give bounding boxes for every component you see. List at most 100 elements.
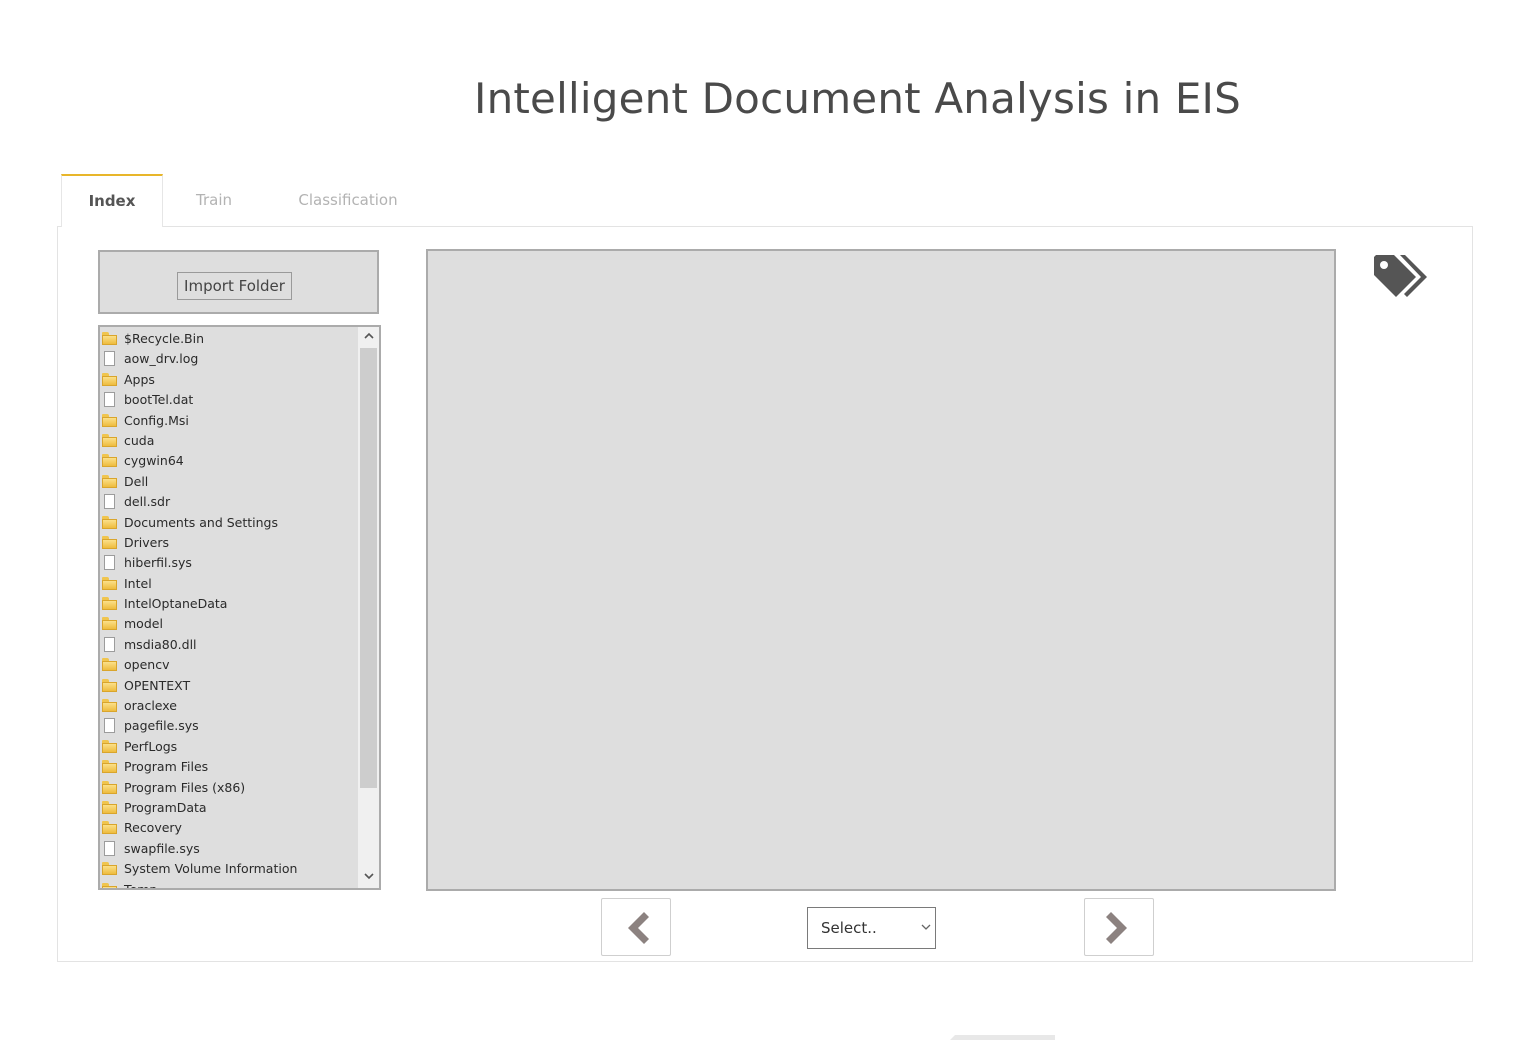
- import-toolbar: Import Folder: [98, 250, 379, 314]
- tree-folder-item[interactable]: IntelOptaneData: [100, 594, 357, 614]
- tree-folder-item[interactable]: Config.Msi: [100, 411, 357, 431]
- file-tree[interactable]: $Recycle.Bin aow_drv.log Apps bootTel.dat Co…: [98, 325, 381, 890]
- folder-icon: [102, 372, 118, 387]
- folder-icon: [102, 862, 118, 876]
- tree-item-label: model: [124, 616, 163, 632]
- page-title: Intelligent Document Analysis in EIS: [473, 74, 1241, 123]
- tree-file-item[interactable]: msdia80.dll: [100, 635, 357, 655]
- tree-item-label: pagefile.sys: [124, 718, 199, 734]
- tree-folder-item[interactable]: $Recycle.Bin: [100, 329, 357, 349]
- tree-folder-item[interactable]: Temp: [100, 880, 357, 890]
- scroll-down-icon[interactable]: [358, 868, 379, 888]
- tags-icon[interactable]: [1372, 251, 1432, 303]
- tree-file-item[interactable]: pagefile.sys: [100, 716, 357, 736]
- folder-icon: [102, 760, 118, 774]
- folder-icon: [102, 413, 118, 428]
- chevron-right-icon: [1106, 912, 1127, 944]
- tree-folder-item[interactable]: cygwin64: [100, 451, 357, 471]
- folder-icon: [102, 821, 118, 835]
- tree-item-label: Drivers: [124, 534, 169, 550]
- tree-item-label: cygwin64: [124, 453, 184, 469]
- document-viewer: [426, 249, 1336, 891]
- chevron-left-icon: [628, 912, 649, 944]
- tree-folder-item[interactable]: PerfLogs: [100, 737, 357, 757]
- file-icon: [102, 392, 118, 408]
- bottom-decoration: [690, 1035, 1055, 1040]
- tree-folder-item[interactable]: oraclexe: [100, 696, 357, 716]
- tree-folder-item[interactable]: OPENTEXT: [100, 676, 357, 696]
- scrollbar-thumb[interactable]: [360, 348, 377, 788]
- tree-folder-item[interactable]: cuda: [100, 431, 357, 451]
- tree-item-label: OPENTEXT: [124, 677, 191, 693]
- folder-icon: [102, 535, 118, 550]
- tree-folder-item[interactable]: Documents and Settings: [100, 513, 357, 533]
- folder-icon: [102, 433, 118, 448]
- folder-icon: [102, 474, 118, 489]
- tab-classification[interactable]: Classification: [277, 174, 419, 226]
- folder-icon: [102, 699, 118, 713]
- folder-icon: [102, 780, 118, 795]
- tree-item-label: Config.Msi: [124, 412, 189, 428]
- import-folder-button[interactable]: Import Folder: [177, 272, 292, 300]
- tree-folder-item[interactable]: Program Files (x86): [100, 778, 357, 798]
- tree-folder-item[interactable]: Drivers: [100, 533, 357, 553]
- folder-icon: [102, 576, 118, 591]
- tree-folder-item[interactable]: Recovery: [100, 818, 357, 838]
- tree-item-label: Apps: [124, 371, 155, 387]
- index-panel: Import Folder $Recycle.Bin aow_drv.log App…: [57, 226, 1473, 962]
- tree-item-label: Temp: [124, 881, 158, 890]
- tree-folder-item[interactable]: model: [100, 614, 357, 634]
- tree-folder-item[interactable]: Program Files: [100, 757, 357, 777]
- previous-page-button[interactable]: [601, 898, 671, 956]
- tree-folder-item[interactable]: Intel: [100, 574, 357, 594]
- scroll-up-icon[interactable]: [358, 327, 379, 347]
- tree-item-label: cuda: [124, 432, 155, 448]
- tree-file-item[interactable]: dell.sdr: [100, 492, 357, 512]
- tree-item-label: IntelOptaneData: [124, 596, 228, 612]
- folder-icon: [102, 617, 118, 631]
- tree-item-label: msdia80.dll: [124, 636, 197, 652]
- tree-item-label: dell.sdr: [124, 494, 171, 510]
- page-select[interactable]: Select..: [807, 907, 936, 949]
- tree-file-item[interactable]: aow_drv.log: [100, 349, 357, 369]
- file-icon: [102, 718, 118, 734]
- folder-icon: [102, 658, 118, 672]
- tree-item-label: Recovery: [124, 820, 182, 836]
- folder-icon: [102, 678, 118, 693]
- tree-item-label: Intel: [124, 575, 152, 591]
- tree-folder-item[interactable]: Dell: [100, 472, 357, 492]
- folder-icon: [102, 882, 118, 888]
- folder-icon: [102, 332, 118, 346]
- file-icon: [102, 494, 118, 510]
- tree-folder-item[interactable]: opencv: [100, 655, 357, 675]
- tree-item-label: aow_drv.log: [124, 351, 199, 367]
- tree-item-label: hiberfil.sys: [124, 555, 192, 571]
- folder-icon: [102, 454, 118, 468]
- tree-file-item[interactable]: hiberfil.sys: [100, 553, 357, 573]
- tree-item-label: Dell: [124, 473, 149, 489]
- tree-item-label: PerfLogs: [124, 738, 178, 754]
- file-tree-scrollbar[interactable]: [358, 327, 379, 888]
- tree-file-item[interactable]: bootTel.dat: [100, 390, 357, 410]
- tree-file-item[interactable]: swapfile.sys: [100, 839, 357, 859]
- file-icon: [102, 840, 118, 856]
- tree-item-label: Program Files: [124, 759, 209, 775]
- tab-index[interactable]: Index: [61, 174, 163, 227]
- tree-item-label: bootTel.dat: [124, 392, 194, 408]
- tree-folder-item[interactable]: System Volume Information: [100, 859, 357, 879]
- tree-item-label: System Volume Information: [124, 861, 298, 877]
- tree-folder-item[interactable]: ProgramData: [100, 798, 357, 818]
- file-list: $Recycle.Bin aow_drv.log Apps bootTel.dat Co…: [100, 327, 357, 890]
- file-icon: [102, 351, 118, 367]
- tree-item-label: oraclexe: [124, 698, 177, 714]
- folder-icon: [102, 597, 118, 611]
- folder-icon: [102, 800, 118, 815]
- folder-icon: [102, 515, 118, 530]
- tree-item-label: ProgramData: [124, 799, 207, 815]
- next-page-button[interactable]: [1084, 898, 1154, 956]
- tree-item-label: swapfile.sys: [124, 840, 200, 856]
- tree-item-label: Program Files (x86): [124, 779, 246, 795]
- tree-folder-item[interactable]: Apps: [100, 370, 357, 390]
- tab-train[interactable]: Train: [164, 174, 264, 226]
- page-select-input[interactable]: Select..: [808, 908, 935, 948]
